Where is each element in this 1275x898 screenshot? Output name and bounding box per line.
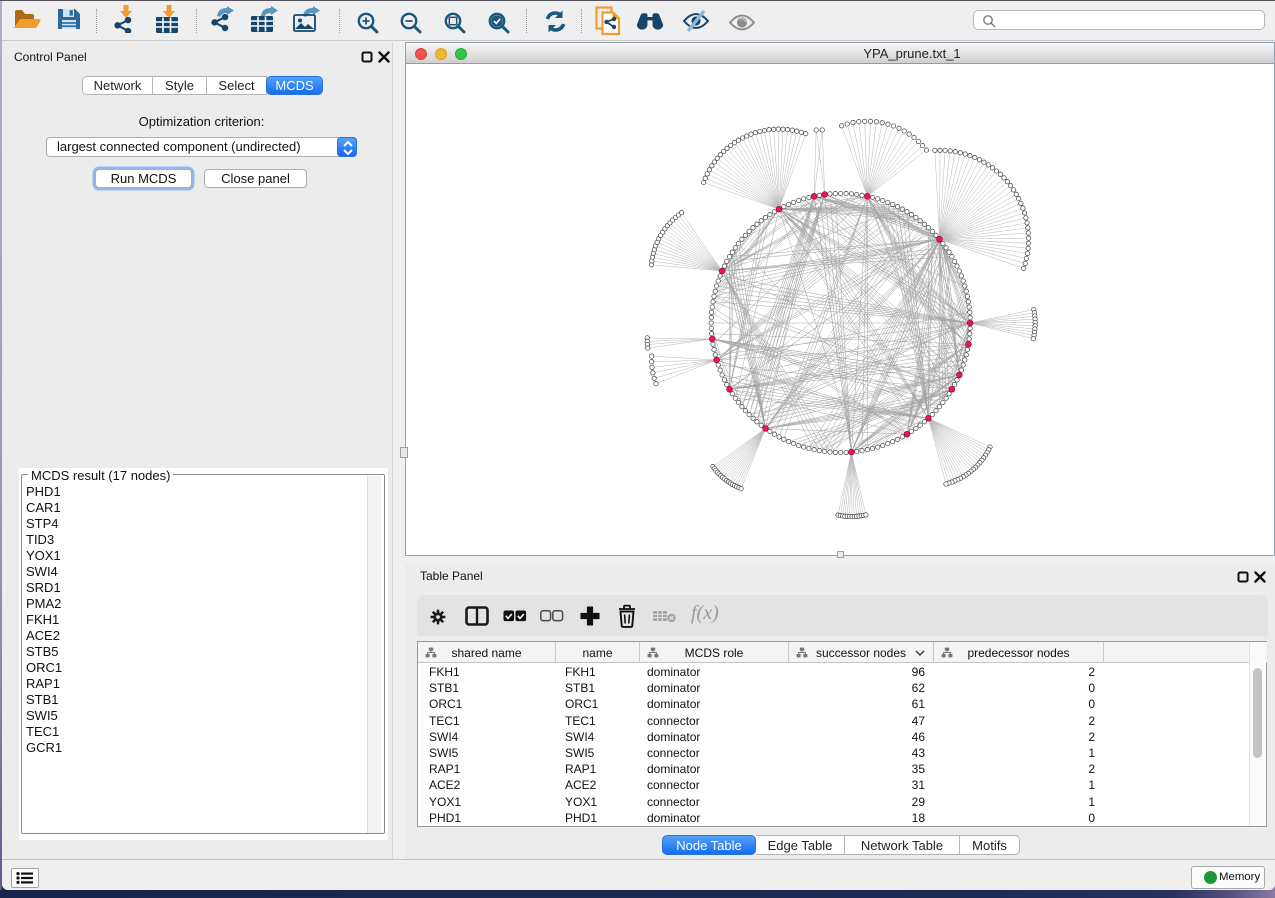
svg-text:f(x): f(x) [691, 602, 719, 624]
